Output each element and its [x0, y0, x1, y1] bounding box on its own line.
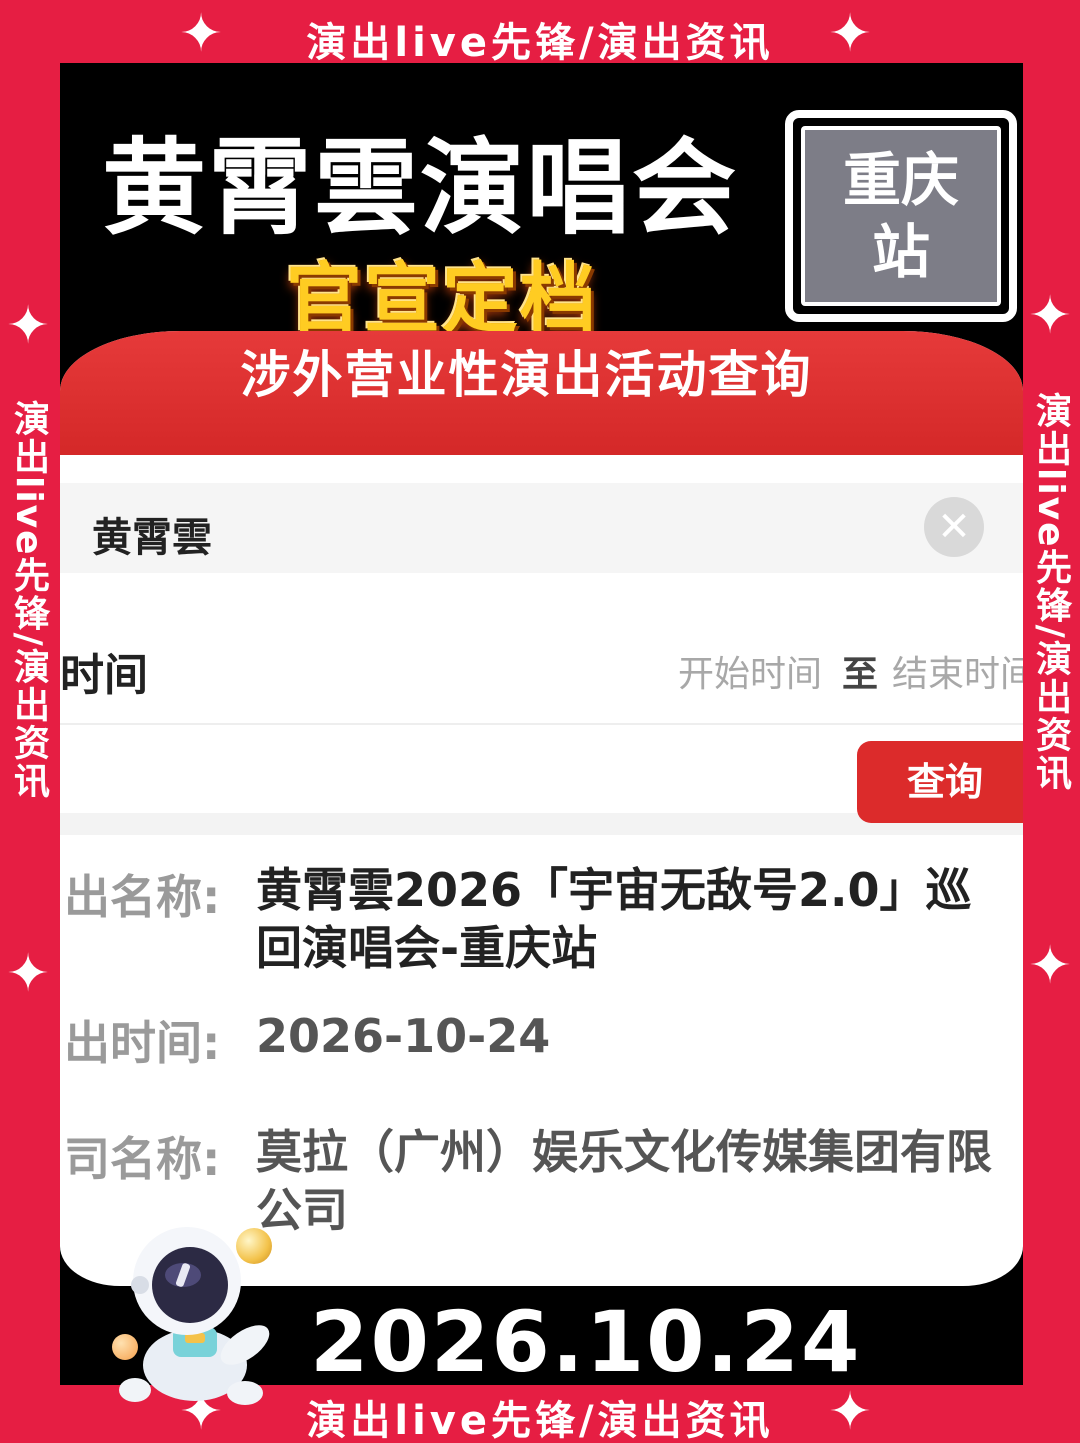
close-circle-icon[interactable]: ✕ [924, 497, 984, 557]
banner-right: 演出live先锋/演出资讯 [1030, 392, 1071, 792]
search-input[interactable]: 黄霄雲 [92, 505, 212, 563]
result-company-label: 司名称: [64, 1132, 221, 1186]
time-range-separator: 至 [842, 654, 879, 695]
app-header-title: 涉外营业性演出活动查询 [240, 346, 813, 404]
start-time-field[interactable]: 开始时间 [678, 645, 822, 697]
banner-top: 演出live先锋/演出资讯 [306, 20, 774, 66]
app-header: 涉外营业性演出活动查询 [60, 331, 1023, 455]
poster-title: 黄霄雲演唱会 [102, 127, 739, 249]
time-filter-label: 时间 [60, 650, 148, 701]
sparkle-icon: ✦ [179, 4, 223, 64]
query-button[interactable]: 查询 [857, 741, 1023, 823]
app-screenshot-card: 涉外营业性演出活动查询 黄霄雲 ✕ 时间 开始时间 至 结束时间 查询 出名称:… [60, 331, 1023, 1286]
astronaut-icon [119, 1227, 270, 1405]
sparkle-icon: ✦ [1028, 936, 1072, 996]
query-row: 查询 [60, 725, 1023, 835]
poster-panel: 黄霄雲演唱会 官宣定档 重庆站 涉外营业性演出活动查询 黄霄雲 ✕ 时间 开始时… [60, 63, 1023, 1385]
sparkle-icon: ✦ [6, 296, 50, 356]
poster-date: 2026.10.24 [310, 1293, 862, 1385]
result-name-label: 出名称: [64, 870, 221, 924]
result-company-value: 莫拉（广州）娱乐文化传媒集团有限公司 [256, 1125, 992, 1237]
city-stamp-text: 重庆站 [842, 146, 959, 286]
sparkle-icon: ✦ [828, 1382, 872, 1442]
search-bar[interactable]: 黄霄雲 ✕ [60, 483, 1023, 573]
sparkle-icon: ✦ [6, 944, 50, 1004]
result-time-value: 2026-10-24 [256, 1009, 551, 1063]
sparkle-icon: ✦ [828, 4, 872, 64]
time-filter-row: 时间 开始时间 至 结束时间 [60, 609, 1023, 725]
city-stamp: 重庆站 [785, 110, 1017, 322]
city-stamp-inner: 重庆站 [801, 126, 1001, 306]
result-time-label: 出时间: [64, 1016, 221, 1070]
sparkle-icon: ✦ [1028, 286, 1072, 346]
banner-left: 演出live先锋/演出资讯 [8, 400, 49, 800]
result-name-value: 黄霄雲2026「宇宙无敌号2.0」巡回演唱会-重庆站 [256, 863, 972, 975]
end-time-field[interactable]: 结束时间 [892, 645, 1023, 697]
